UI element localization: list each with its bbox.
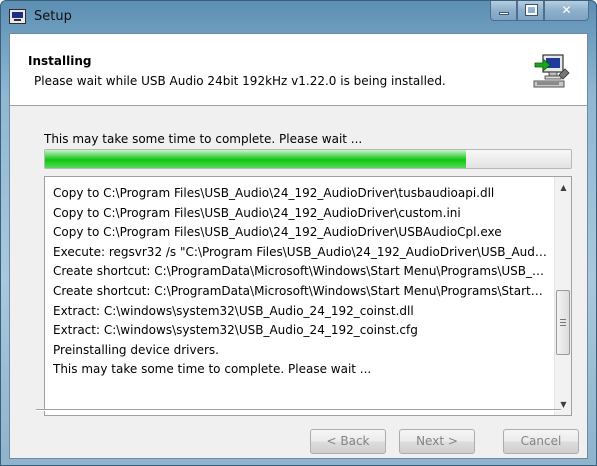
- grip-icon: [560, 319, 566, 326]
- log-line: Extract: C:\windows\system32\USB_Audio_2…: [53, 323, 418, 338]
- progress-fill: [45, 150, 466, 168]
- log-line: Create shortcut: C:\ProgramData\Microsof…: [53, 283, 547, 298]
- caption-buttons: ✕: [490, 1, 589, 21]
- page-title: Installing: [28, 54, 92, 68]
- maximize-icon: [525, 4, 538, 16]
- header-panel: Installing Please wait while USB Audio 2…: [10, 34, 587, 106]
- install-progress-bar: [44, 149, 572, 169]
- status-text: This may take some time to complete. Ple…: [44, 132, 363, 146]
- scroll-up-arrow-icon[interactable]: ▲: [555, 179, 572, 196]
- minimize-icon: [499, 12, 509, 15]
- setup-app-icon[interactable]: [9, 9, 26, 24]
- log-line: Copy to C:\Program Files\USB_Audio\24_19…: [53, 225, 502, 240]
- installer-computer-icon: [533, 54, 570, 88]
- dialog-client-area: Installing Please wait while USB Audio 2…: [9, 33, 588, 459]
- log-line: Copy to C:\Program Files\USB_Audio\24_19…: [53, 186, 495, 200]
- window-title: Setup: [34, 9, 72, 24]
- minimize-button[interactable]: [490, 1, 517, 21]
- cancel-button[interactable]: Cancel: [503, 429, 579, 454]
- next-button[interactable]: Next >: [399, 429, 475, 454]
- title-bar[interactable]: Setup ✕: [1, 1, 596, 33]
- separator: [36, 409, 561, 411]
- maximize-button[interactable]: [517, 1, 544, 21]
- log-line: Copy to C:\Program Files\USB_Audio\24_19…: [53, 205, 461, 220]
- log-scrollbar[interactable]: ▲ ▼: [554, 177, 571, 415]
- back-button[interactable]: < Back: [310, 429, 386, 454]
- log-line: Extract: C:\windows\system32\USB_Audio_2…: [53, 303, 414, 318]
- log-line: Execute: regsvr32 /s "C:\Program Files\U…: [53, 244, 547, 259]
- close-icon: ✕: [561, 3, 572, 17]
- install-log-list[interactable]: Copy to C:\Program Files\USB_Audio\24_19…: [44, 176, 572, 416]
- page-subtitle: Please wait while USB Audio 24bit 192kHz…: [34, 74, 446, 88]
- log-line: This may take some time to complete. Ple…: [53, 362, 372, 377]
- close-button[interactable]: ✕: [544, 1, 589, 21]
- log-line: Preinstalling device drivers.: [53, 342, 219, 357]
- scroll-thumb[interactable]: [556, 290, 570, 355]
- log-line: Create shortcut: C:\ProgramData\Microsof…: [53, 264, 547, 279]
- log-lines: Copy to C:\Program Files\USB_Audio\24_19…: [53, 184, 547, 380]
- setup-window: Setup ✕ Installing Please wait while USB…: [0, 0, 597, 466]
